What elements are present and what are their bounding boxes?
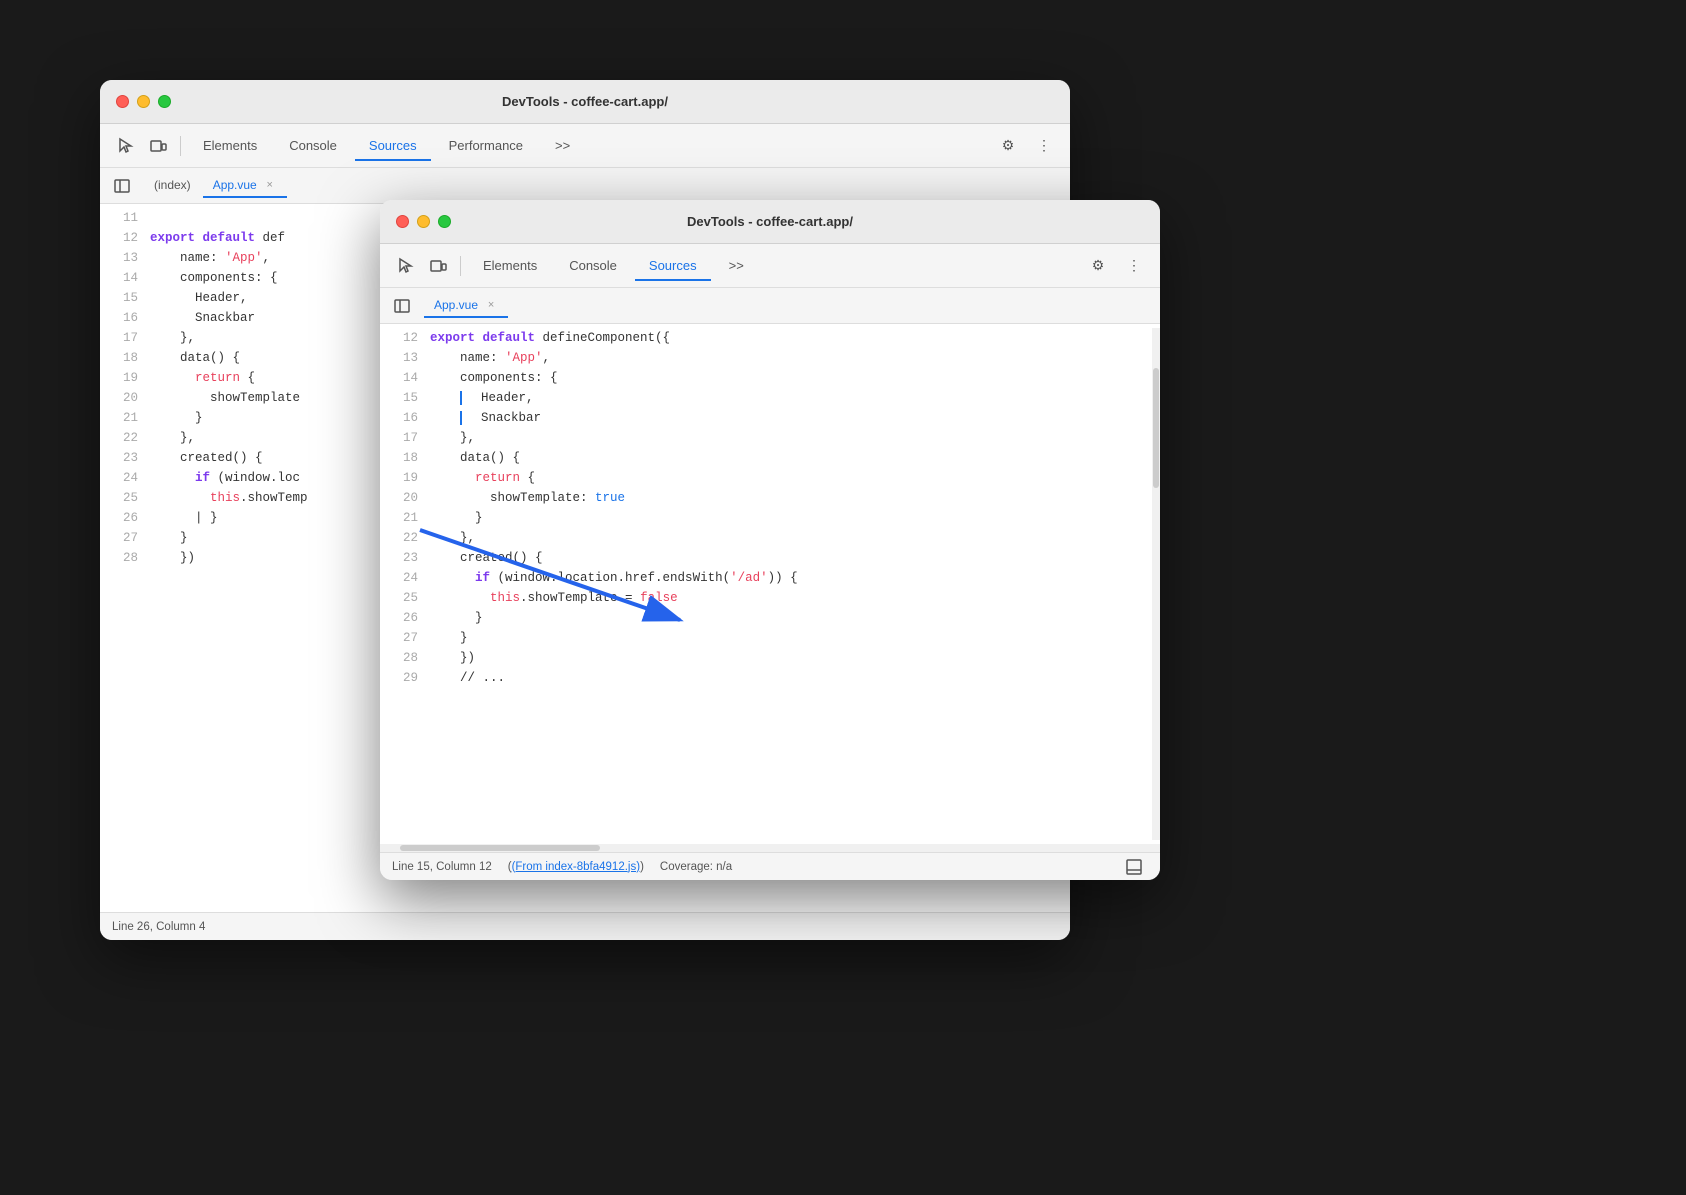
code-line: }, xyxy=(430,428,1136,448)
tab-console-front[interactable]: Console xyxy=(555,252,631,281)
maximize-button[interactable] xyxy=(158,95,171,108)
window-title-back: DevTools - coffee-cart.app/ xyxy=(502,94,668,109)
scrollbar-thumb-h-front[interactable] xyxy=(400,845,600,851)
code-line: // ... xyxy=(430,668,1136,688)
code-line: } xyxy=(430,628,1136,648)
more-icon-front[interactable]: ⋮ xyxy=(1120,252,1148,280)
code-line: export default defineComponent({ xyxy=(430,328,1136,348)
devtools-window-front: DevTools - coffee-cart.app/ Elements Con… xyxy=(380,200,1160,880)
tab-performance-back[interactable]: Performance xyxy=(435,132,537,161)
close-button-front[interactable] xyxy=(396,215,409,228)
scrollbar-thumb-front[interactable] xyxy=(1153,368,1159,488)
device-icon[interactable] xyxy=(144,132,172,160)
minimize-button-front[interactable] xyxy=(417,215,430,228)
tab-sources-front[interactable]: Sources xyxy=(635,252,711,281)
close-button[interactable] xyxy=(116,95,129,108)
line-numbers-front: 12 13 14 15 16 17 18 19 20 21 22 23 24 2… xyxy=(380,328,430,840)
status-bar-right-front xyxy=(1120,853,1148,881)
cursor-icon[interactable] xyxy=(112,132,140,160)
more-icon-back[interactable]: ⋮ xyxy=(1030,132,1058,160)
gear-icon-back[interactable]: ⚙ xyxy=(994,132,1022,160)
gear-icon-front[interactable]: ⚙ xyxy=(1084,252,1112,280)
code-line: }) xyxy=(430,648,1136,668)
file-tab-app-back[interactable]: App.vue × xyxy=(203,174,287,198)
console-drawer-icon[interactable] xyxy=(1120,853,1148,881)
file-tab-close-back[interactable]: × xyxy=(263,178,277,192)
toolbar-right-back: ⚙ ⋮ xyxy=(994,132,1058,160)
traffic-lights-back xyxy=(116,95,171,108)
code-line: if (window.location.href.endsWith('/ad')… xyxy=(430,568,1136,588)
status-coverage-front: Coverage: n/a xyxy=(660,861,732,873)
code-line: return { xyxy=(430,468,1136,488)
tab-console-back[interactable]: Console xyxy=(275,132,351,161)
tab-sources-back[interactable]: Sources xyxy=(355,132,431,161)
file-tab-close-front[interactable]: × xyxy=(484,298,498,312)
sidebar-toggle-back[interactable] xyxy=(108,172,136,200)
line-numbers-back: 11 12 13 14 15 16 17 18 19 20 21 22 23 2… xyxy=(100,208,150,568)
code-line: data() { xyxy=(430,448,1136,468)
code-content-front: 12 13 14 15 16 17 18 19 20 21 22 23 24 2… xyxy=(380,324,1160,844)
device-icon-front[interactable] xyxy=(424,252,452,280)
file-tab-index-back[interactable]: (index) xyxy=(144,174,201,198)
tab-more-front[interactable]: >> xyxy=(715,252,758,281)
source-link[interactable]: (From index-8bfa4912.js) xyxy=(512,861,640,873)
status-bar-front: Line 15, Column 12 ((From index-8bfa4912… xyxy=(380,852,1160,880)
maximize-button-front[interactable] xyxy=(438,215,451,228)
file-tab-app-front[interactable]: App.vue × xyxy=(424,294,508,318)
code-line: created() { xyxy=(430,548,1136,568)
code-line: showTemplate: true xyxy=(430,488,1136,508)
tab-elements-front[interactable]: Elements xyxy=(469,252,551,281)
scrollbar-h-front[interactable] xyxy=(380,844,1160,852)
toolbar-front: Elements Console Sources >> ⚙ ⋮ xyxy=(380,244,1160,288)
file-tabs-front: App.vue × xyxy=(380,288,1160,324)
code-line: } xyxy=(430,608,1136,628)
separator-1 xyxy=(180,136,181,156)
window-title-front: DevTools - coffee-cart.app/ xyxy=(687,214,853,229)
code-area-front[interactable]: 12 13 14 15 16 17 18 19 20 21 22 23 24 2… xyxy=(380,324,1160,852)
tab-elements-back[interactable]: Elements xyxy=(189,132,271,161)
minimize-button[interactable] xyxy=(137,95,150,108)
tab-more-back[interactable]: >> xyxy=(541,132,584,161)
code-line: }, xyxy=(430,528,1136,548)
sidebar-toggle-front[interactable] xyxy=(388,292,416,320)
status-source-front: ((From index-8bfa4912.js)) xyxy=(508,861,644,873)
traffic-lights-front xyxy=(396,215,451,228)
code-line: components: { xyxy=(430,368,1136,388)
status-bar-back: Line 26, Column 4 xyxy=(100,912,1070,940)
toolbar-right-front: ⚙ ⋮ xyxy=(1084,252,1148,280)
code-line: name: 'App', xyxy=(430,348,1136,368)
status-position-front: Line 15, Column 12 xyxy=(392,861,492,873)
code-line: } xyxy=(430,508,1136,528)
title-bar-back: DevTools - coffee-cart.app/ xyxy=(100,80,1070,124)
file-tabs-back: (index) App.vue × xyxy=(100,168,1070,204)
title-bar-front: DevTools - coffee-cart.app/ xyxy=(380,200,1160,244)
code-line: this.showTemplate = false xyxy=(430,588,1136,608)
scrollbar-front[interactable] xyxy=(1152,328,1160,840)
code-line: Header, xyxy=(430,388,1136,408)
status-position-back: Line 26, Column 4 xyxy=(112,921,205,933)
toolbar-back: Elements Console Sources Performance >> … xyxy=(100,124,1070,168)
code-lines-front: export default defineComponent({ name: '… xyxy=(430,328,1152,840)
separator-front xyxy=(460,256,461,276)
cursor-icon-front[interactable] xyxy=(392,252,420,280)
code-line: Snackbar xyxy=(430,408,1136,428)
